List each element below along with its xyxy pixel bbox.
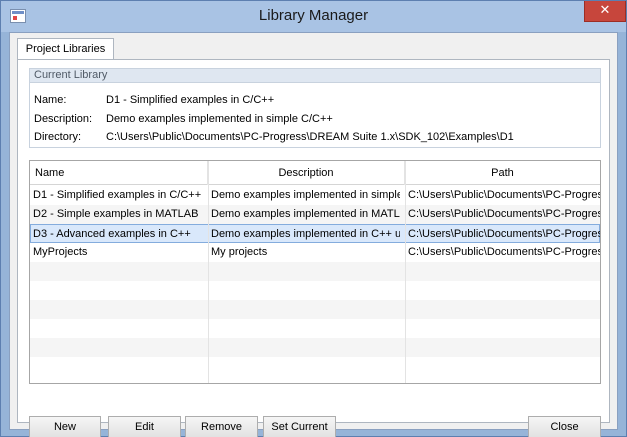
column-divider <box>405 161 406 383</box>
cell-description: Demo examples implemented in MATLAB <box>211 208 400 220</box>
window-title: Library Manager <box>258 7 369 24</box>
dialog-client-area: Project Libraries Current Library Name: D… <box>9 32 618 437</box>
current-library-group: Current Library Name: D1 - Simplified exa… <box>29 68 601 148</box>
table-header: Name Description Path <box>30 161 600 185</box>
set-current-button[interactable]: Set Current <box>263 416 336 437</box>
libraries-table[interactable]: Name Description Path D1 - Simplified ex… <box>29 160 601 384</box>
name-label: Name: <box>34 94 67 106</box>
directory-label: Directory: <box>34 131 82 143</box>
description-label: Description: <box>34 113 93 125</box>
current-directory-row: Directory: C:\Users\Public\Documents\PC-P… <box>34 131 514 143</box>
library-manager-window: Library Manager ✕ Project Libraries Curr… <box>0 0 627 437</box>
cell-path: C:\Users\Public\Documents\PC-Progress\DR… <box>408 208 600 220</box>
table-row[interactable]: D2 - Simple examples in MATLAB Demo exam… <box>30 205 600 224</box>
column-divider <box>208 161 209 383</box>
empty-row <box>30 338 600 357</box>
description-value: Demo examples implemented in simple C/C+… <box>106 113 333 125</box>
cell-name: D2 - Simple examples in MATLAB <box>33 208 199 220</box>
cell-name: MyProjects <box>33 246 88 258</box>
cell-path: C:\Users\Public\Documents\PC-Progress\DR… <box>408 228 600 240</box>
edit-button[interactable]: Edit <box>108 416 181 437</box>
close-button[interactable]: Close <box>528 416 601 437</box>
current-description-row: Description: Demo examples implemented in… <box>34 113 333 125</box>
new-button[interactable]: New <box>29 416 101 437</box>
empty-row <box>30 300 600 319</box>
cell-path: C:\Users\Public\Documents\PC-Progress\DR… <box>408 189 600 201</box>
cell-name: D3 - Advanced examples in C++ <box>33 228 191 240</box>
cell-description: Demo examples implemented in simple C/C+… <box>211 189 400 201</box>
empty-row <box>30 281 600 300</box>
table-row[interactable]: MyProjects My projects C:\Users\Public\D… <box>30 243 600 262</box>
column-header-description[interactable]: Description <box>208 161 405 185</box>
tab-project-libraries[interactable]: Project Libraries <box>17 38 114 60</box>
current-library-header: Current Library <box>30 69 600 83</box>
empty-row <box>30 357 600 376</box>
remove-button[interactable]: Remove <box>185 416 258 437</box>
directory-value: C:\Users\Public\Documents\PC-Progress\DR… <box>106 131 514 143</box>
close-window-button[interactable]: ✕ <box>584 1 626 22</box>
current-name-row: Name: D1 - Simplified examples in C/C++ <box>34 94 274 106</box>
cell-description: Demo examples implemented in C++ using <box>211 228 400 240</box>
empty-row <box>30 262 600 281</box>
column-header-name[interactable]: Name <box>30 161 208 185</box>
name-value: D1 - Simplified examples in C/C++ <box>106 94 275 106</box>
column-header-path[interactable]: Path <box>405 161 600 185</box>
cell-name: D1 - Simplified examples in C/C++ <box>33 189 202 201</box>
tab-panel: Current Library Name: D1 - Simplified exa… <box>17 59 610 437</box>
title-bar[interactable]: Library Manager ✕ <box>1 1 626 32</box>
table-row[interactable]: D1 - Simplified examples in C/C++ Demo e… <box>30 186 600 205</box>
cell-path: C:\Users\Public\Documents\PC-Progress\DR… <box>408 246 600 258</box>
empty-row <box>30 319 600 338</box>
cell-description: My projects <box>211 246 268 258</box>
table-row-selected[interactable]: D3 - Advanced examples in C++ Demo examp… <box>30 224 600 243</box>
